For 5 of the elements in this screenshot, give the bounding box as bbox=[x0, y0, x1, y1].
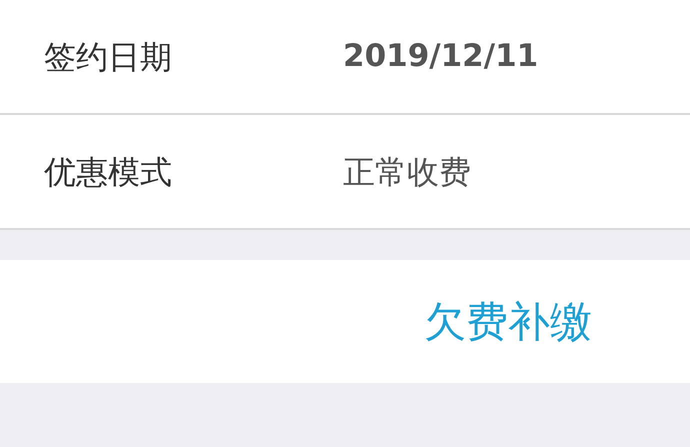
field-value: 2019/12/11 bbox=[343, 37, 538, 76]
field-value: 正常收费 bbox=[343, 152, 471, 192]
field-label: 优惠模式 bbox=[44, 152, 173, 192]
field-label: 签约日期 bbox=[44, 36, 173, 78]
pay-arrears-link[interactable]: 欠费补缴 bbox=[424, 290, 592, 353]
